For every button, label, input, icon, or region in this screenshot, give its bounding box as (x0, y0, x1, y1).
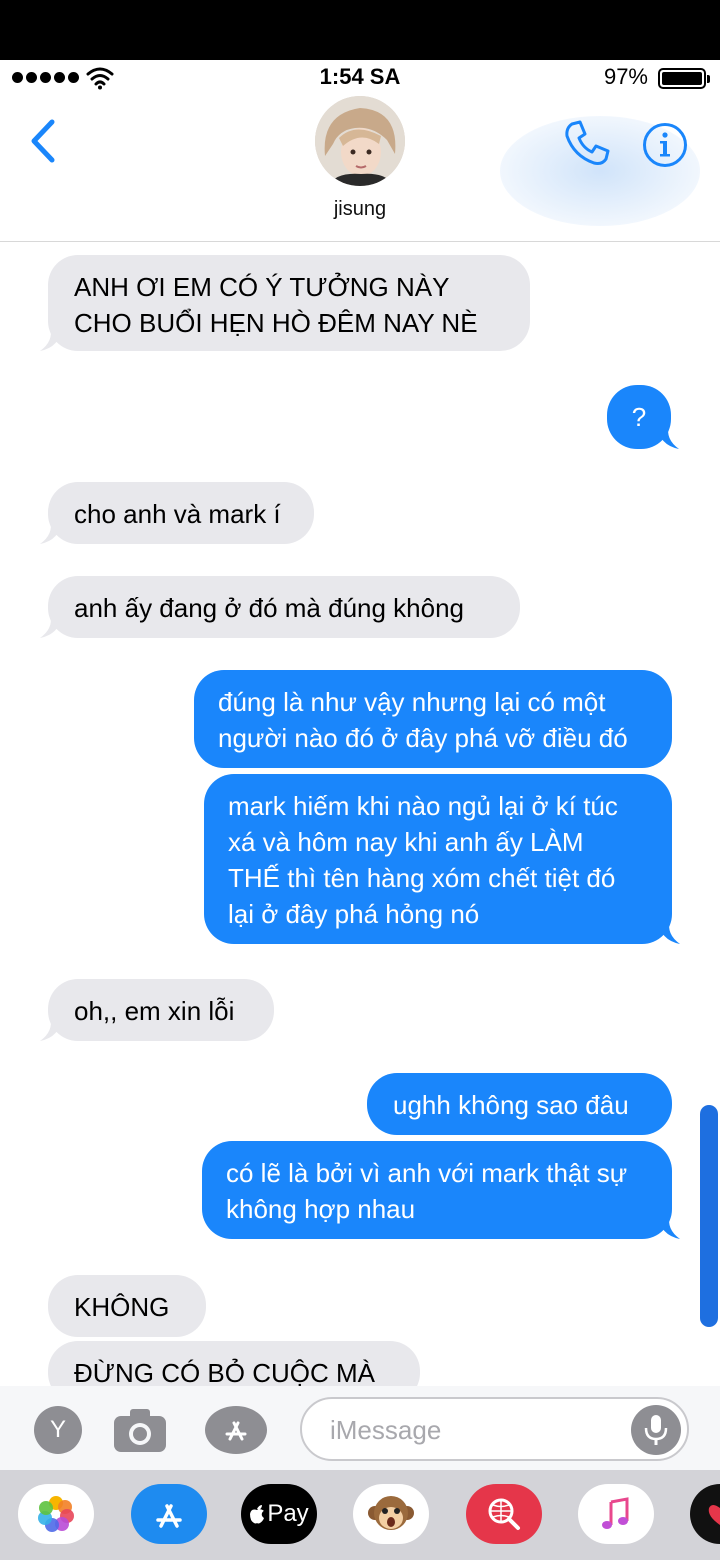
apple-pay-label: Pay (267, 1500, 309, 1527)
web-search-app-icon[interactable] (466, 1484, 542, 1544)
message-bubble-outgoing[interactable]: đúng là như vậy nhưng lại có một người n… (194, 670, 672, 768)
message-text: đúng là như vậy nhưng lại có một người n… (218, 687, 628, 753)
app-store-button[interactable] (205, 1406, 267, 1454)
photos-app-icon[interactable] (18, 1484, 94, 1544)
scroll-indicator[interactable] (700, 1105, 718, 1327)
message-bubble-outgoing[interactable]: ? (607, 385, 679, 449)
message-input-bar: Y iMessage (0, 1386, 720, 1470)
message-bubble-incoming[interactable]: KHÔNG (48, 1275, 206, 1337)
message-text: KHÔNG (74, 1292, 170, 1322)
phone-icon[interactable] (562, 118, 612, 168)
message-bubble-incoming[interactable]: ĐỪNG CÓ BỎ CUỘC MÀ (48, 1341, 420, 1386)
microphone-button[interactable] (631, 1405, 681, 1455)
apps-toggle-button[interactable]: Y (34, 1406, 82, 1454)
battery-icon (658, 68, 710, 89)
status-bar: 1:54 SA 97% (0, 60, 720, 96)
message-bubble-incoming[interactable]: anh ấy đang ở đó mà đúng không (40, 576, 520, 638)
message-bubble-incoming[interactable]: oh,, em xin lỗi (40, 979, 274, 1041)
imessage-input[interactable]: iMessage (300, 1397, 689, 1461)
message-bubble-incoming[interactable]: ANH ƠI EM CÓ Ý TƯỞNG NÀY CHO BUỔI HẸN HÒ… (40, 255, 530, 351)
apple-pay-app-icon[interactable]: Pay (241, 1484, 317, 1544)
message-bubble-outgoing[interactable]: có lẽ là bởi vì anh với mark thật sự khô… (202, 1141, 680, 1239)
camera-icon[interactable] (112, 1404, 168, 1456)
message-text: ANH ƠI EM CÓ Ý TƯỞNG NÀY CHO BUỔI HẸN HÒ… (74, 272, 478, 338)
top-black-strip (0, 0, 720, 60)
message-bubble-outgoing[interactable]: mark hiếm khi nào ngủ lại ở kí túc xá và… (204, 774, 680, 944)
message-text: anh ấy đang ở đó mà đúng không (74, 593, 465, 623)
conversation-header: jisung (0, 96, 720, 242)
app-store-app-icon[interactable] (131, 1484, 207, 1544)
message-bubble-incoming[interactable]: cho anh và mark í (40, 482, 314, 544)
imessage-placeholder: iMessage (330, 1415, 442, 1445)
back-chevron-icon[interactable] (22, 116, 66, 166)
message-text: có lẽ là bởi vì anh với mark thật sự khô… (226, 1158, 628, 1224)
apple-logo-icon (250, 1505, 265, 1524)
message-text: cho anh và mark í (74, 499, 281, 529)
message-bubble-outgoing[interactable]: ughh không sao đâu (367, 1073, 672, 1135)
message-thread[interactable]: ANH ƠI EM CÓ Ý TƯỞNG NÀY CHO BUỔI HẸN HÒ… (0, 243, 720, 1386)
contact-name[interactable]: jisung (0, 198, 720, 221)
apps-toggle-letter: Y (49, 1416, 66, 1443)
app-store-icon (225, 1421, 247, 1441)
music-app-icon[interactable] (578, 1484, 654, 1544)
microphone-icon (644, 1415, 668, 1445)
message-text: ughh không sao đâu (393, 1090, 629, 1120)
message-text: mark hiếm khi nào ngủ lại ở kí túc xá và… (228, 791, 618, 929)
message-text: oh,, em xin lỗi (74, 996, 235, 1026)
digital-touch-app-icon[interactable] (690, 1484, 720, 1544)
contact-avatar[interactable] (315, 96, 405, 186)
avatar-photo-icon (315, 96, 405, 186)
info-icon[interactable] (642, 122, 688, 168)
app-drawer: Pay (0, 1470, 720, 1560)
animoji-app-icon[interactable] (353, 1484, 429, 1544)
battery-percentage: 97% (603, 64, 648, 89)
message-text: ĐỪNG CÓ BỎ CUỘC MÀ (74, 1358, 375, 1386)
